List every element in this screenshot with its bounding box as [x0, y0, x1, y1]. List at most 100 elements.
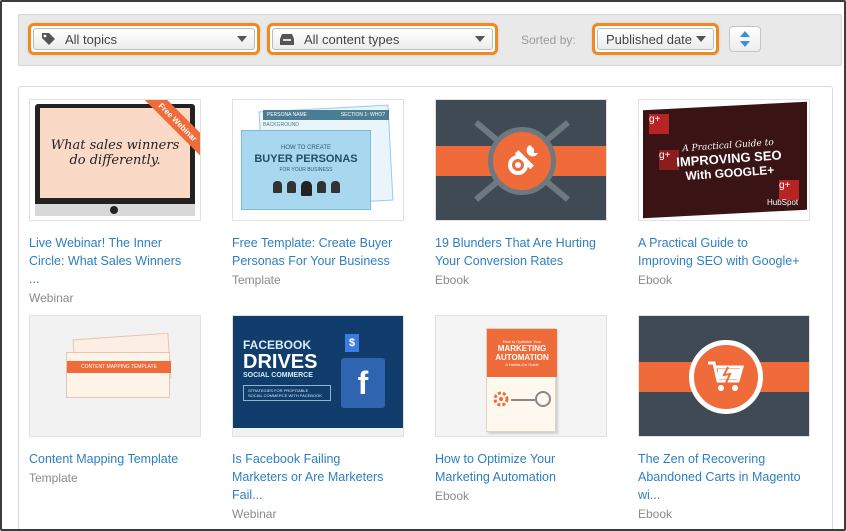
sort-direction-button[interactable]	[729, 26, 761, 52]
hubspot-logo: HubSpot	[767, 198, 799, 207]
chevron-down-icon	[237, 36, 247, 42]
card-title-link[interactable]: Live Webinar! The Inner Circle: What Sal…	[29, 234, 209, 288]
template-sheet: CONTENT MAPPING TEMPLATE	[66, 352, 171, 398]
card-type-label: Webinar	[232, 507, 277, 521]
card-title-line: Abandoned Carts in Magento	[638, 470, 801, 484]
persona-tab: PERSONA NAME	[267, 112, 308, 118]
screen-text: What sales winners	[50, 138, 180, 153]
card-thumbnail[interactable]: What sales winners do differently. Free …	[29, 99, 201, 221]
dollar-tag-icon: $	[345, 334, 359, 352]
cover-text: FACEBOOK	[243, 338, 312, 352]
card-thumbnail[interactable]	[435, 99, 607, 221]
content-types-dropdown[interactable]: All content types	[267, 23, 498, 55]
card-thumbnail[interactable]	[638, 315, 810, 437]
sort-field-dropdown[interactable]: Published date	[592, 23, 719, 55]
card-title-line: The Zen of Recovering	[638, 452, 766, 466]
card-type-label: Ebook	[435, 273, 470, 287]
chevron-down-icon	[696, 36, 706, 42]
card-thumbnail[interactable]: CONTENT MAPPING TEMPLATE	[29, 315, 201, 437]
wrench-gear-icon	[488, 127, 556, 195]
thumb-bottom-strip	[233, 428, 403, 436]
persona-tab: BACKGROUND	[263, 122, 299, 128]
tag-icon	[39, 30, 57, 48]
card-title-line: Free Template: Create Buyer	[232, 236, 393, 250]
template-label: CONTENT MAPPING TEMPLATE	[67, 361, 171, 373]
screen-text: do differently.	[69, 153, 161, 168]
cover-text: AUTOMATION	[495, 353, 549, 362]
card-type-label: Template	[29, 471, 78, 485]
card-thumbnail[interactable]: FACEBOOK DRIVES SOCIAL COMMERCE STRATEGI…	[232, 315, 404, 437]
card-title-link[interactable]: A Practical Guide to Improving SEO with …	[638, 234, 818, 270]
google-plus-icon: g+	[649, 114, 669, 134]
sorted-by-label: Sorted by:	[521, 33, 576, 47]
card-title-line: How to Optimize Your	[435, 452, 556, 466]
content-card[interactable]: PERSONA NAME SECTION 1: WHO? BACKGROUND …	[232, 99, 404, 287]
content-types-dropdown-value: All content types	[304, 31, 400, 47]
card-title-link[interactable]: The Zen of Recovering Abandoned Carts in…	[638, 450, 818, 504]
card-title-line: Your Conversion Rates	[435, 254, 564, 268]
cover-text: DRIVES	[243, 351, 318, 373]
persona-figures	[272, 180, 340, 196]
persona-tab: SECTION 1: WHO?	[340, 112, 385, 118]
content-card[interactable]: How to Optimize Your MARKETING AUTOMATIO…	[435, 315, 607, 503]
card-title-line: Circle: What Sales Winners	[29, 254, 182, 268]
persona-cover: HOW TO CREATE BUYER PERSONAS FOR YOUR BU…	[241, 130, 371, 210]
shopping-cart-icon	[689, 340, 763, 414]
topics-dropdown[interactable]: All topics	[28, 23, 260, 55]
cover-text: HOW TO CREATE	[280, 144, 331, 151]
persona-sheet-header: PERSONA NAME SECTION 1: WHO?	[263, 110, 389, 120]
sort-field-value: Published date	[606, 31, 693, 47]
sort-arrows-icon	[740, 31, 750, 47]
card-title-line: wi...	[638, 488, 661, 502]
card-title-link[interactable]: Content Mapping Template	[29, 450, 209, 468]
card-thumbnail[interactable]: PERSONA NAME SECTION 1: WHO? BACKGROUND …	[232, 99, 404, 221]
card-thumbnail[interactable]: How to Optimize Your MARKETING AUTOMATIO…	[435, 315, 607, 437]
card-title-link[interactable]: Is Facebook Failing Marketers or Are Mar…	[232, 450, 412, 504]
person-icon	[300, 180, 312, 196]
gear-icon	[493, 391, 509, 412]
content-card[interactable]: CONTENT MAPPING TEMPLATE Content Mapping…	[29, 315, 201, 485]
topics-dropdown-value: All topics	[65, 31, 118, 47]
apple-logo-icon	[110, 206, 118, 214]
card-title-line: ...	[29, 272, 40, 286]
card-type-label: Ebook	[638, 507, 673, 521]
filter-bar: All topics All content types Sorted by: …	[18, 14, 842, 66]
card-thumbnail[interactable]: g+ g+ g+ A Practical Guide to IMPROVING …	[638, 99, 810, 221]
card-type-label: Webinar	[29, 291, 74, 305]
envelope-icon	[535, 391, 551, 407]
card-type-label: Ebook	[435, 489, 470, 503]
content-grid: What sales winners do differently. Free …	[18, 86, 833, 529]
card-title-line: A Practical Guide to	[638, 236, 748, 250]
card-title-line: Is Facebook Failing	[232, 452, 341, 466]
cover-text: A Hands-On Guide	[505, 362, 539, 367]
content-card[interactable]: 19 Blunders That Are Hurting Your Conver…	[435, 99, 607, 287]
card-title-line: Marketers or Are Marketers	[232, 470, 384, 484]
card-title-link[interactable]: Free Template: Create Buyer Personas For…	[232, 234, 412, 270]
cover-text: MARKETING	[497, 344, 547, 353]
person-icon	[330, 180, 340, 193]
content-card[interactable]: FACEBOOK DRIVES SOCIAL COMMERCE STRATEGI…	[232, 315, 404, 521]
card-type-label: Template	[232, 273, 281, 287]
cover-title: FACEBOOK DRIVES SOCIAL COMMERCE STRATEGI…	[243, 338, 331, 401]
ebook-cover: How to Optimize Your MARKETING AUTOMATIO…	[486, 328, 557, 432]
content-card[interactable]: What sales winners do differently. Free …	[29, 99, 201, 305]
card-title-line: 19 Blunders That Are Hurting	[435, 236, 596, 250]
person-icon	[272, 180, 282, 193]
card-title-line: Fail...	[232, 488, 263, 502]
content-card[interactable]: g+ g+ g+ A Practical Guide to IMPROVING …	[638, 99, 810, 287]
person-icon	[316, 180, 326, 193]
cover-title: A Practical Guide to IMPROVING SEO With …	[667, 126, 791, 194]
cover-text: FOR YOUR BUSINESS	[279, 166, 333, 173]
card-title-line: Content Mapping Template	[29, 452, 179, 466]
cover-text: SOCIAL COMMERCE WITH FACEBOOK	[248, 393, 322, 398]
card-title-line: Improving SEO with Google+	[638, 254, 800, 268]
inbox-tray-icon	[278, 30, 296, 48]
arrow-line	[511, 399, 535, 401]
ebook-cover-header: How to Optimize Your MARKETING AUTOMATIO…	[487, 329, 557, 377]
card-title-link[interactable]: How to Optimize Your Marketing Automatio…	[435, 450, 615, 486]
card-title-link[interactable]: 19 Blunders That Are Hurting Your Conver…	[435, 234, 615, 270]
content-card[interactable]: The Zen of Recovering Abandoned Carts in…	[638, 315, 810, 521]
cover-text: SOCIAL COMMERCE	[243, 372, 313, 379]
card-type-label: Ebook	[638, 273, 673, 287]
content-library-window: All topics All content types Sorted by: …	[0, 0, 846, 531]
